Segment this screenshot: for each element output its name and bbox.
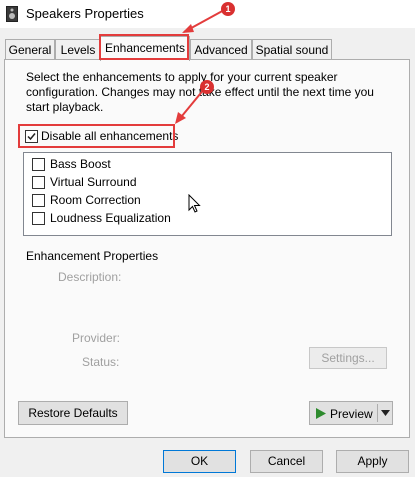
enhancement-list: Bass Boost Virtual Surround Room Correct… <box>23 152 392 236</box>
list-item-label: Virtual Surround <box>50 175 137 189</box>
tab-general[interactable]: General <box>5 39 55 60</box>
properties-heading: Enhancement Properties <box>26 249 159 263</box>
list-item-label: Loudness Equalization <box>50 211 171 225</box>
checkbox[interactable] <box>32 176 45 189</box>
description-label: Description: <box>58 270 122 284</box>
split-divider <box>377 404 378 422</box>
play-icon <box>316 408 326 419</box>
checkbox[interactable] <box>25 130 38 143</box>
speaker-icon <box>6 6 18 22</box>
checkbox[interactable] <box>32 194 45 207</box>
mouse-cursor-icon <box>188 194 201 213</box>
preview-label: Preview <box>330 407 373 421</box>
disable-all-label: Disable all enhancements <box>41 129 179 143</box>
list-item-label: Room Correction <box>50 193 141 207</box>
window-title: Speakers Properties <box>26 6 144 21</box>
settings-button[interactable]: Settings... <box>309 347 387 369</box>
ok-button[interactable]: OK <box>163 450 236 473</box>
restore-defaults-button[interactable]: Restore Defaults <box>18 401 128 425</box>
list-item-label: Bass Boost <box>50 157 111 171</box>
tab-spatial-sound[interactable]: Spatial sound <box>252 39 332 60</box>
checkmark-icon <box>27 133 36 141</box>
apply-button[interactable]: Apply <box>336 450 409 473</box>
provider-label: Provider: <box>72 331 121 345</box>
checkbox[interactable] <box>32 158 45 171</box>
chevron-down-icon[interactable] <box>381 410 390 416</box>
cancel-button[interactable]: Cancel <box>250 450 323 473</box>
annotation-badge-2: 2 <box>200 80 214 94</box>
tab-levels[interactable]: Levels <box>55 39 101 60</box>
tab-advanced[interactable]: Advanced <box>190 39 252 60</box>
annotation-badge-1: 1 <box>221 2 235 16</box>
checkbox[interactable] <box>32 212 45 225</box>
preview-button[interactable]: Preview <box>309 401 393 425</box>
status-label: Status: <box>82 355 120 369</box>
